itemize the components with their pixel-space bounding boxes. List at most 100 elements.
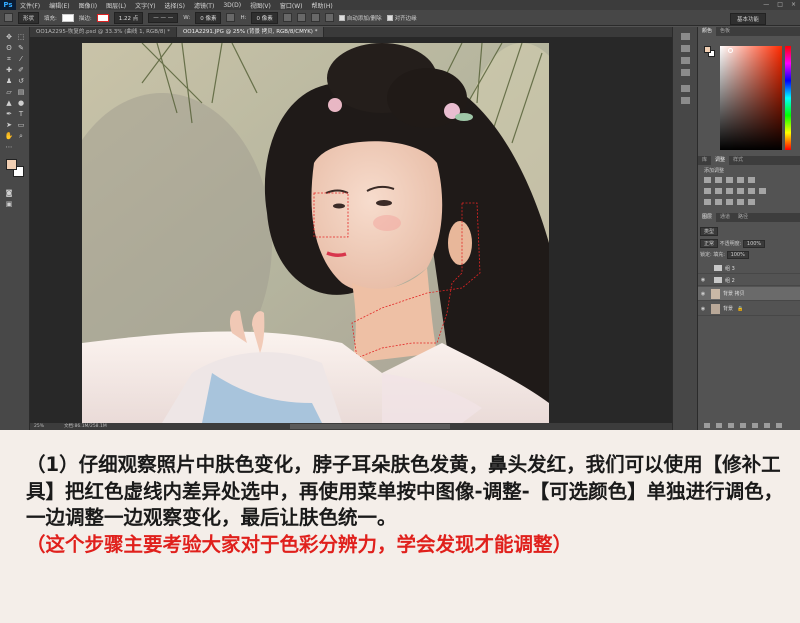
dodge-tool-icon[interactable]: ●: [16, 99, 26, 108]
portrait-photo[interactable]: [82, 43, 549, 423]
exposure-icon[interactable]: [737, 177, 744, 183]
menu-view[interactable]: 视图(V): [250, 1, 271, 10]
color-picker-cursor[interactable]: [728, 48, 733, 53]
black-white-icon[interactable]: [726, 188, 733, 194]
menu-filter[interactable]: 滤镜(T): [194, 1, 214, 10]
stamp-tool-icon[interactable]: ♟: [4, 77, 14, 86]
tab-libraries[interactable]: 库: [698, 156, 711, 165]
layer-row-background-copy[interactable]: ◉ 背景 拷贝: [698, 287, 800, 301]
posterize-icon[interactable]: [715, 199, 722, 205]
tab-layers[interactable]: 图层: [698, 213, 717, 222]
menu-window[interactable]: 窗口(W): [280, 1, 303, 10]
threshold-icon[interactable]: [726, 199, 733, 205]
history-panel-icon[interactable]: [681, 33, 690, 40]
quick-select-tool-icon[interactable]: ✎: [16, 44, 26, 53]
width-field[interactable]: 0 像素: [195, 11, 222, 24]
menu-file[interactable]: 文件(F): [20, 1, 40, 10]
layer-kind-select[interactable]: 类型: [700, 227, 719, 236]
foreground-color-swatch[interactable]: [6, 159, 17, 170]
close-button[interactable]: ×: [791, 0, 796, 10]
align-edges-checkbox[interactable]: 对齐边缘: [386, 14, 417, 22]
vibrance-icon[interactable]: [748, 177, 755, 183]
color-lookup-icon[interactable]: [759, 188, 766, 194]
stroke-type-select[interactable]: — — —: [148, 12, 179, 23]
tool-mode-select[interactable]: 形状: [18, 11, 40, 24]
paragraph-panel-icon[interactable]: [681, 57, 690, 64]
panel-foreground-swatch[interactable]: [704, 46, 711, 53]
lasso-tool-icon[interactable]: ʘ: [4, 44, 14, 53]
gradient-map-icon[interactable]: [737, 199, 744, 205]
stroke-width-field[interactable]: 1.22 点: [113, 11, 144, 24]
hand-tool-icon[interactable]: ✋: [4, 132, 14, 141]
move-tool-icon[interactable]: ✥: [4, 33, 14, 42]
eyedropper-tool-icon[interactable]: ⁄: [16, 55, 26, 64]
layer-row-background[interactable]: ◉ 背景 🔒: [698, 302, 800, 316]
hue-slider[interactable]: [785, 46, 791, 150]
trash-icon[interactable]: [776, 423, 782, 428]
pen-tool-icon[interactable]: ✒: [4, 110, 14, 119]
zoom-level[interactable]: 25%: [34, 423, 44, 430]
layer-row-group-2[interactable]: ◉ 组 2: [698, 275, 800, 286]
properties-panel-icon[interactable]: [681, 45, 690, 52]
marquee-tool-icon[interactable]: ⬚: [16, 33, 26, 42]
link-icon[interactable]: [226, 13, 236, 22]
blend-mode-select[interactable]: 正常: [700, 239, 719, 248]
maximize-button[interactable]: □: [777, 0, 783, 10]
menu-3d[interactable]: 3D(D): [223, 2, 241, 9]
type-tool-icon[interactable]: T: [16, 110, 26, 119]
menu-image[interactable]: 图像(I): [79, 1, 97, 10]
minimize-button[interactable]: —: [763, 0, 769, 10]
curves-icon[interactable]: [726, 177, 733, 183]
canvas-area[interactable]: [30, 37, 672, 423]
clone-source-panel-icon[interactable]: [681, 97, 690, 104]
horizontal-scrollbar[interactable]: [290, 424, 450, 429]
photo-filter-icon[interactable]: [737, 188, 744, 194]
layer-row-group-3[interactable]: 组 3: [698, 263, 800, 274]
levels-icon[interactable]: [715, 177, 722, 183]
color-balance-icon[interactable]: [715, 188, 722, 194]
character-panel-icon[interactable]: [681, 69, 690, 76]
color-picker-field[interactable]: [720, 46, 782, 150]
history-brush-tool-icon[interactable]: ↺: [16, 77, 26, 86]
path-select-tool-icon[interactable]: ➤: [4, 121, 14, 130]
blur-tool-icon[interactable]: ▲: [4, 99, 14, 108]
gradient-tool-icon[interactable]: ▤: [16, 88, 26, 97]
tab-document-1[interactable]: OO1A2295-恢复的.psd @ 33.3% (曲线 1, RGB/8) *: [30, 27, 177, 37]
workspace-select[interactable]: 基本功能: [729, 13, 766, 25]
opacity-field[interactable]: 100%: [742, 240, 766, 248]
brush-panel-icon[interactable]: [681, 85, 690, 92]
zoom-tool-icon[interactable]: ⌕: [16, 132, 26, 141]
tab-color[interactable]: 颜色: [698, 27, 717, 36]
channel-mixer-icon[interactable]: [748, 188, 755, 194]
tab-paths[interactable]: 路径: [734, 213, 752, 222]
new-layer-icon[interactable]: [764, 423, 770, 428]
tab-channels[interactable]: 通道: [716, 213, 734, 222]
more-tools-icon[interactable]: ⋯: [4, 143, 14, 152]
link-layers-icon[interactable]: [704, 423, 710, 428]
color-swatches[interactable]: [6, 159, 26, 179]
tab-document-2[interactable]: OO1A2291.JPG @ 25% (背景 拷贝, RGB/8/CMYK) *: [176, 27, 325, 37]
path-ops-icon[interactable]: [282, 13, 292, 22]
new-adjustment-icon[interactable]: [740, 423, 746, 428]
stroke-swatch[interactable]: [96, 13, 109, 22]
menu-layer[interactable]: 图层(L): [106, 1, 126, 10]
tab-swatches[interactable]: 色板: [716, 27, 734, 36]
invert-icon[interactable]: [704, 199, 711, 205]
new-group-icon[interactable]: [752, 423, 758, 428]
add-mask-icon[interactable]: [728, 423, 734, 428]
path-align-icon[interactable]: [296, 13, 306, 22]
menu-type[interactable]: 文字(Y): [135, 1, 155, 10]
pen-tool-preset-icon[interactable]: [4, 13, 13, 22]
auto-add-delete-checkbox[interactable]: 自动添加/删除: [338, 14, 382, 22]
menu-help[interactable]: 帮助(H): [312, 1, 333, 10]
fill-field[interactable]: 100%: [726, 251, 749, 259]
quick-mask-icon[interactable]: ◙: [4, 189, 14, 198]
brush-tool-icon[interactable]: ✐: [16, 66, 26, 75]
tab-adjustments[interactable]: 调整: [711, 156, 730, 165]
hue-saturation-icon[interactable]: [704, 188, 711, 194]
brightness-icon[interactable]: [704, 177, 711, 183]
eye-icon[interactable]: ◉: [698, 277, 708, 283]
menu-edit[interactable]: 编辑(E): [49, 1, 69, 10]
shape-tool-icon[interactable]: ▭: [16, 121, 26, 130]
eye-icon[interactable]: ◉: [698, 306, 708, 312]
